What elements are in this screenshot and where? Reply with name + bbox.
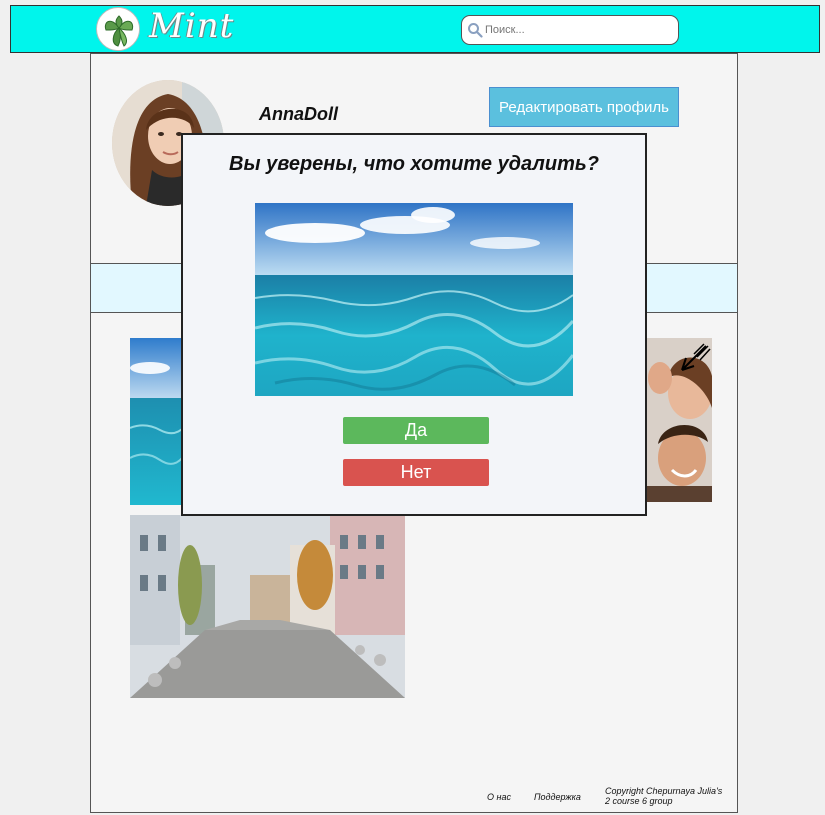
dialog-photo-preview (255, 203, 573, 396)
gallery-photo-street[interactable] (130, 515, 405, 698)
logo-text[interactable]: Mint (149, 6, 234, 46)
search-input[interactable] (485, 24, 665, 36)
profile-username: AnnaDoll (259, 104, 338, 124)
confirm-yes-button[interactable]: Да (343, 417, 489, 444)
footer-copyright: Copyright Chepurnaya Julia's 2 course 6 … (605, 786, 745, 806)
top-header: Mint (10, 5, 820, 53)
search-box[interactable] (461, 15, 679, 45)
edit-profile-button[interactable]: Редактировать профиль (489, 87, 679, 127)
copyright-line-2: 2 course 6 group (605, 796, 673, 806)
delete-confirm-dialog: Вы уверены, что хотите удалить? Да Нет (181, 133, 647, 516)
footer-about-link[interactable]: О нас (487, 792, 511, 802)
gallery-photo-sea[interactable] (130, 338, 185, 505)
dialog-title: Вы уверены, что хотите удалить? (229, 153, 599, 175)
footer-support-link[interactable]: Поддержка (534, 792, 581, 802)
copyright-line-1: Copyright Chepurnaya Julia's (605, 786, 723, 796)
confirm-no-button[interactable]: Нет (343, 459, 489, 486)
cursor-arrow-icon (681, 343, 711, 371)
search-icon (468, 23, 483, 38)
logo-leaf-icon[interactable] (96, 7, 140, 51)
